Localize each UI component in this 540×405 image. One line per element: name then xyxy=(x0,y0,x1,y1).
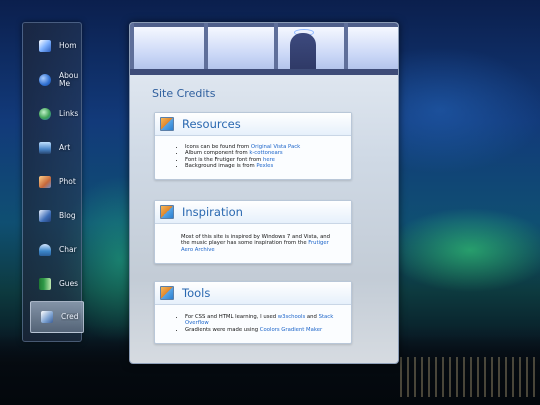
list-item: For CSS and HTML learning, I used w3scho… xyxy=(185,314,343,327)
card-header: Tools xyxy=(155,282,351,305)
coolors-gradient-maker-link[interactable]: Coolors Gradient Maker xyxy=(260,327,322,333)
sidebar-item-photos[interactable]: Phot xyxy=(29,167,81,197)
sidebar-item-label: Links xyxy=(59,110,79,118)
header-banner-image xyxy=(130,23,398,75)
card-header: Inspiration xyxy=(155,201,351,224)
home-icon xyxy=(39,40,51,52)
photo-icon xyxy=(39,176,51,188)
original-vista-pack-link[interactable]: Original Vista Pack xyxy=(251,144,300,150)
sidebar-item-label: Phot xyxy=(59,178,76,186)
card-body: Most of this site is inspired by Windows… xyxy=(155,224,351,263)
sidebar-item-art[interactable]: Art xyxy=(29,133,81,163)
people-icon xyxy=(39,244,51,256)
credits-window: Site Credits Resources Icons can be foun… xyxy=(129,22,399,364)
sidebar-item-about-me[interactable]: Abou Me xyxy=(29,65,81,95)
inspiration-card: Inspiration Most of this site is inspire… xyxy=(154,200,352,264)
page-title: Site Credits xyxy=(152,87,216,100)
tools-card: Tools For CSS and HTML learning, I used … xyxy=(154,281,352,344)
resources-list: Icons can be found from Original Vista P… xyxy=(177,144,343,169)
sidebar-item-guestbook[interactable]: Gues xyxy=(29,269,81,299)
card-body: For CSS and HTML learning, I used w3scho… xyxy=(155,305,351,343)
sidebar-item-label: Abou Me xyxy=(59,72,79,88)
w3schools-link[interactable]: w3schools xyxy=(278,314,305,320)
card-title: Tools xyxy=(182,286,211,300)
list-item: Gradients were made using Coolors Gradie… xyxy=(185,327,343,333)
inspiration-icon xyxy=(160,205,174,219)
sidebar-item-label: Hom xyxy=(59,42,77,50)
sidebar-item-label: Blog xyxy=(59,212,76,220)
card-title: Resources xyxy=(182,117,241,131)
sidebar-item-label: Gues xyxy=(59,280,79,288)
sidebar-item-label: Char xyxy=(59,246,77,254)
sidebar-nav: Hom Abou Me Links Art Phot Blog Char Gue… xyxy=(22,22,84,342)
card-body: Icons can be found from Original Vista P… xyxy=(155,136,351,179)
tools-icon xyxy=(160,286,174,300)
city-lights xyxy=(400,357,540,397)
resources-card: Resources Icons can be found from Origin… xyxy=(154,112,352,181)
sidebar-item-label: Cred xyxy=(61,313,79,321)
sidebar-item-home[interactable]: Hom xyxy=(29,31,81,61)
sidebar-item-characters[interactable]: Char xyxy=(29,235,81,265)
tools-list: For CSS and HTML learning, I used w3scho… xyxy=(177,314,343,333)
card-title: Inspiration xyxy=(182,205,243,219)
list-item: Background image is from Pexles xyxy=(185,163,343,169)
frutiger-font-link[interactable]: here xyxy=(263,157,275,163)
sidebar-item-credits[interactable]: Cred xyxy=(30,301,84,333)
sidebar-item-blog[interactable]: Blog xyxy=(29,201,81,231)
notepad-icon xyxy=(39,210,51,222)
inspiration-text: Most of this site is inspired by Windows… xyxy=(181,234,331,253)
card-header: Resources xyxy=(155,113,351,136)
monitor-icon xyxy=(39,142,51,154)
k-cottonears-link[interactable]: k-cottonears xyxy=(249,150,282,156)
sidebar-item-label: Art xyxy=(59,144,71,152)
globe-icon xyxy=(39,108,51,120)
credits-icon xyxy=(41,311,53,323)
pexles-link[interactable]: Pexles xyxy=(256,163,273,169)
book-icon xyxy=(39,278,51,290)
info-icon xyxy=(39,74,51,86)
sidebar-item-links[interactable]: Links xyxy=(29,99,81,129)
resources-icon xyxy=(160,117,174,131)
